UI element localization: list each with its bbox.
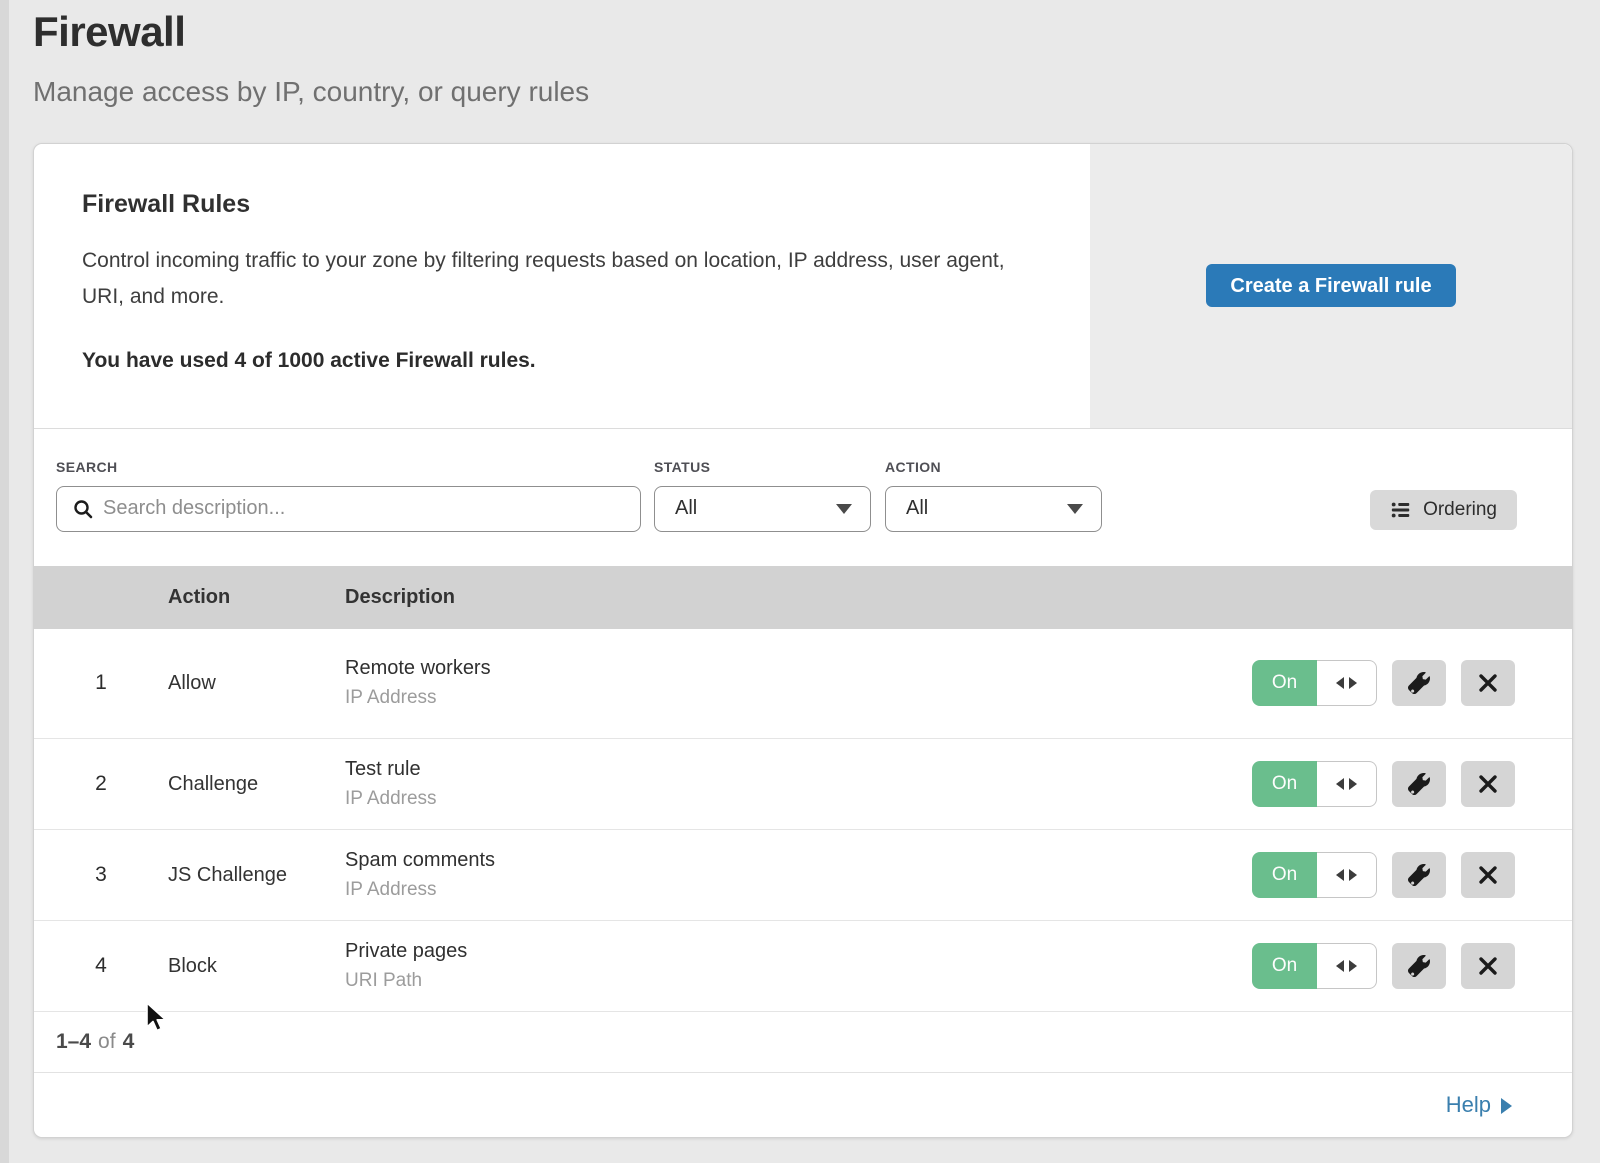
column-action: Action bbox=[168, 586, 345, 609]
filters-bar: SEARCH STATUS All ACTION All bbox=[34, 429, 1572, 566]
rule-match-type: URI Path bbox=[345, 970, 1242, 992]
rule-match-type: IP Address bbox=[345, 879, 1242, 901]
ordering-label: Ordering bbox=[1423, 499, 1497, 521]
table-row: 1 Allow Remote workers IP Address On bbox=[34, 629, 1572, 740]
rule-action: Challenge bbox=[168, 773, 345, 796]
delete-rule-button[interactable] bbox=[1461, 761, 1515, 807]
table-row: 3 JS Challenge Spam comments IP Address … bbox=[34, 830, 1572, 921]
rule-match-type: IP Address bbox=[345, 687, 1242, 709]
toggle-on-label: On bbox=[1252, 943, 1317, 989]
card-footer: Help bbox=[34, 1072, 1572, 1137]
help-label: Help bbox=[1446, 1092, 1491, 1118]
toggle-on-label: On bbox=[1252, 660, 1317, 706]
action-filter-group: ACTION All bbox=[885, 459, 1102, 532]
pagination-range: 1–4 bbox=[56, 1030, 91, 1054]
edit-rule-button[interactable] bbox=[1392, 761, 1446, 807]
search-icon bbox=[73, 499, 93, 519]
pagination-total: 4 bbox=[123, 1030, 135, 1054]
status-label: STATUS bbox=[654, 459, 871, 475]
rule-priority: 4 bbox=[34, 954, 168, 978]
pagination-of: of bbox=[98, 1030, 116, 1054]
section-description: Control incoming traffic to your zone by… bbox=[82, 243, 1032, 315]
table-row: 4 Block Private pages URI Path On bbox=[34, 921, 1572, 1012]
help-arrow-icon bbox=[1501, 1098, 1512, 1114]
firewall-rules-card: Firewall Rules Control incoming traffic … bbox=[33, 143, 1573, 1138]
close-icon bbox=[1478, 673, 1498, 693]
rule-description: Test rule bbox=[345, 758, 1242, 781]
create-rule-panel: Create a Firewall rule bbox=[1090, 144, 1572, 428]
table-row: 2 Challenge Test rule IP Address On bbox=[34, 739, 1572, 830]
intro-text-block: Firewall Rules Control incoming traffic … bbox=[34, 144, 1090, 428]
page-subtitle: Manage access by IP, country, or query r… bbox=[33, 76, 589, 108]
search-filter-group: SEARCH bbox=[56, 459, 641, 532]
rule-description: Spam comments bbox=[345, 849, 1242, 872]
create-firewall-rule-button[interactable]: Create a Firewall rule bbox=[1206, 264, 1455, 307]
rule-description: Private pages bbox=[345, 940, 1242, 963]
rule-enabled-toggle[interactable]: On bbox=[1252, 761, 1377, 807]
toggle-on-label: On bbox=[1252, 761, 1317, 807]
rule-action: Block bbox=[168, 955, 345, 978]
close-icon bbox=[1478, 774, 1498, 794]
rule-action: JS Challenge bbox=[168, 864, 345, 887]
wrench-icon bbox=[1408, 672, 1430, 694]
rule-priority: 1 bbox=[34, 671, 168, 695]
wrench-icon bbox=[1408, 955, 1430, 977]
section-title: Firewall Rules bbox=[82, 190, 1042, 219]
wrench-icon bbox=[1408, 864, 1430, 886]
toggle-knob bbox=[1317, 761, 1377, 807]
toggle-knob bbox=[1317, 660, 1377, 706]
triangle-right-icon bbox=[1349, 677, 1357, 689]
page-title: Firewall bbox=[33, 8, 589, 56]
search-input[interactable] bbox=[103, 497, 624, 520]
pagination: 1–4 of 4 bbox=[34, 1012, 1572, 1072]
search-box[interactable] bbox=[56, 486, 641, 532]
triangle-right-icon bbox=[1349, 869, 1357, 881]
rule-description: Remote workers bbox=[345, 657, 1242, 680]
help-link[interactable]: Help bbox=[1446, 1092, 1512, 1118]
rule-priority: 2 bbox=[34, 772, 168, 796]
triangle-left-icon bbox=[1336, 778, 1344, 790]
delete-rule-button[interactable] bbox=[1461, 660, 1515, 706]
toggle-knob bbox=[1317, 943, 1377, 989]
chevron-down-icon bbox=[836, 504, 852, 514]
close-icon bbox=[1478, 956, 1498, 976]
rule-enabled-toggle[interactable]: On bbox=[1252, 660, 1377, 706]
toggle-knob bbox=[1317, 852, 1377, 898]
status-select[interactable]: All bbox=[654, 486, 871, 532]
rule-enabled-toggle[interactable]: On bbox=[1252, 943, 1377, 989]
triangle-left-icon bbox=[1336, 869, 1344, 881]
triangle-left-icon bbox=[1336, 960, 1344, 972]
action-select[interactable]: All bbox=[885, 486, 1102, 532]
triangle-right-icon bbox=[1349, 778, 1357, 790]
triangle-left-icon bbox=[1336, 677, 1344, 689]
rule-action: Allow bbox=[168, 672, 345, 695]
wrench-icon bbox=[1408, 773, 1430, 795]
edit-rule-button[interactable] bbox=[1392, 943, 1446, 989]
intro-section: Firewall Rules Control incoming traffic … bbox=[34, 144, 1572, 429]
close-icon bbox=[1478, 865, 1498, 885]
delete-rule-button[interactable] bbox=[1461, 852, 1515, 898]
action-label: ACTION bbox=[885, 459, 1102, 475]
rule-enabled-toggle[interactable]: On bbox=[1252, 852, 1377, 898]
ordering-list-icon bbox=[1390, 499, 1412, 521]
column-description: Description bbox=[345, 586, 1242, 609]
edit-rule-button[interactable] bbox=[1392, 660, 1446, 706]
triangle-right-icon bbox=[1349, 960, 1357, 972]
action-selected-value: All bbox=[906, 497, 928, 520]
rule-priority: 3 bbox=[34, 863, 168, 887]
usage-summary: You have used 4 of 1000 active Firewall … bbox=[82, 349, 1042, 373]
table-header: Action Description bbox=[34, 566, 1572, 629]
status-filter-group: STATUS All bbox=[654, 459, 871, 532]
page-header: Firewall Manage access by IP, country, o… bbox=[33, 8, 589, 108]
rule-match-type: IP Address bbox=[345, 788, 1242, 810]
ordering-button[interactable]: Ordering bbox=[1370, 490, 1517, 530]
screen-edge bbox=[0, 0, 9, 1163]
search-label: SEARCH bbox=[56, 459, 641, 475]
toggle-on-label: On bbox=[1252, 852, 1317, 898]
delete-rule-button[interactable] bbox=[1461, 943, 1515, 989]
status-selected-value: All bbox=[675, 497, 697, 520]
chevron-down-icon bbox=[1067, 504, 1083, 514]
edit-rule-button[interactable] bbox=[1392, 852, 1446, 898]
